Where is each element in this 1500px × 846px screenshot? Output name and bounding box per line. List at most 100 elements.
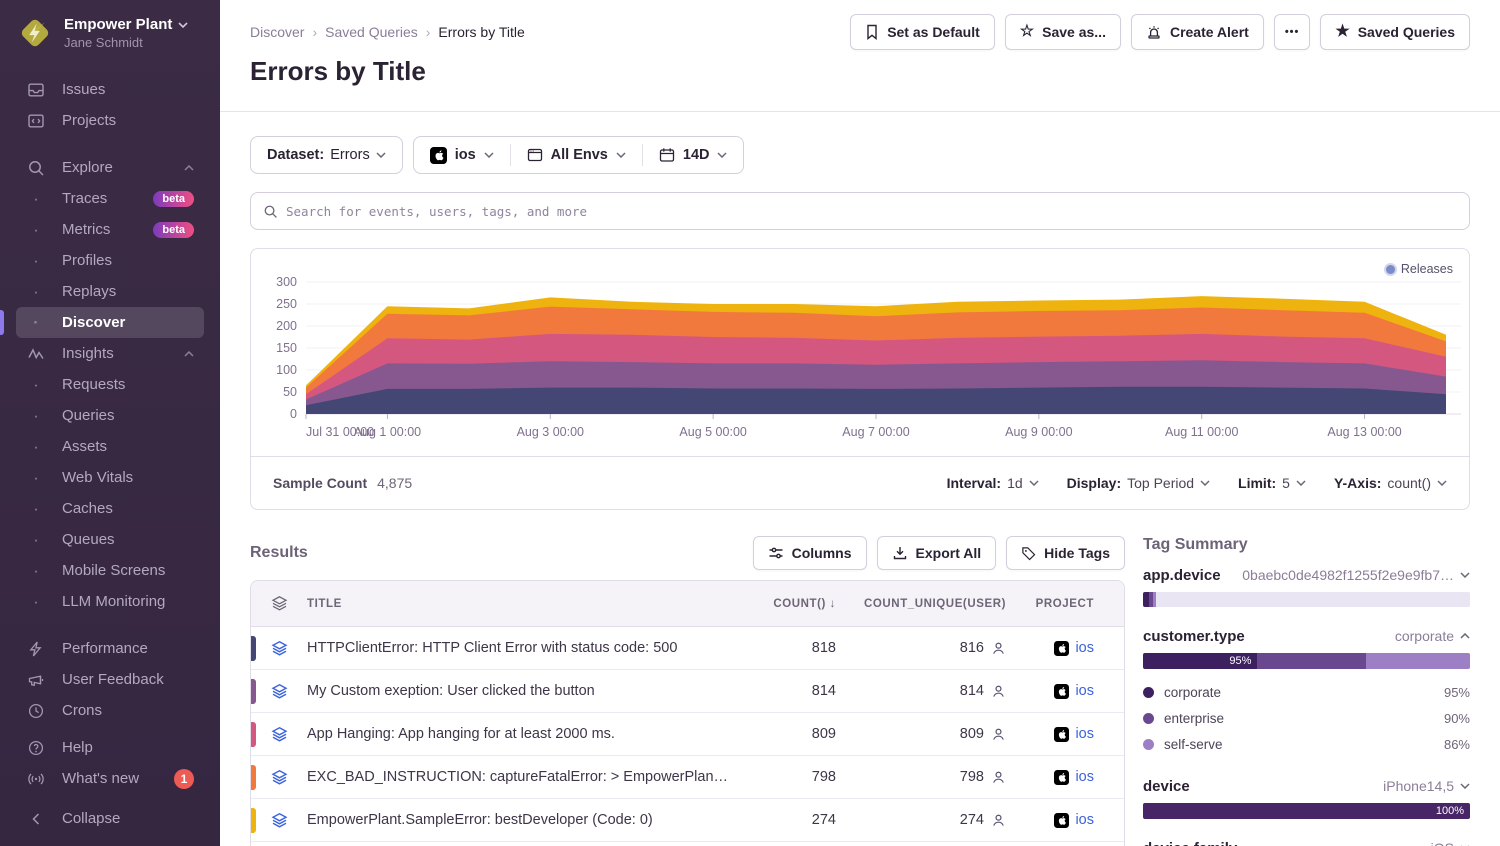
columns-button[interactable]: Columns [753, 536, 867, 570]
sidebar-item-profiles[interactable]: · Profiles [16, 245, 204, 276]
error-title-link[interactable]: EmpowerPlant.SampleError: bestDeveloper … [307, 812, 741, 828]
column-header-unique[interactable]: COUNT_UNIQUE(USER) [836, 598, 1006, 610]
layers-icon[interactable] [251, 812, 307, 829]
releases-legend[interactable]: Releases [1386, 262, 1453, 276]
sidebar-item-caches[interactable]: ·Caches [16, 493, 204, 524]
search-input[interactable] [286, 204, 1457, 219]
column-header-title[interactable]: TITLE [307, 598, 741, 610]
projects-icon [26, 112, 46, 130]
error-title-link[interactable]: My Custom exeption: User clicked the but… [307, 683, 741, 699]
sidebar-item-issues[interactable]: Issues [16, 74, 204, 105]
error-title-link[interactable]: EXC_BAD_INSTRUCTION: captureFatalError: … [307, 769, 741, 785]
org-switcher[interactable]: Empower Plant Jane Schmidt [0, 14, 220, 52]
project-link[interactable]: ios [1075, 683, 1094, 699]
saved-queries-button[interactable]: ★ Saved Queries [1320, 14, 1470, 50]
sample-count-value: 4,875 [377, 475, 412, 491]
tag-legend-row[interactable]: corporate 95% [1143, 679, 1470, 705]
breadcrumb-separator: › [312, 24, 317, 40]
save-as-button[interactable]: ☆ Save as... [1005, 14, 1121, 50]
svg-text:150: 150 [276, 341, 297, 355]
tag-block-customer-type: customer.type corporate 95% corporate [1143, 628, 1470, 757]
sidebar-item-help[interactable]: Help [16, 732, 204, 763]
breadcrumb-discover[interactable]: Discover [250, 24, 304, 40]
sidebar-item-metrics[interactable]: · Metrics beta [16, 214, 204, 245]
sidebar-item-user-feedback[interactable]: User Feedback [16, 664, 204, 695]
sidebar-item-traces[interactable]: · Traces beta [16, 183, 204, 214]
sidebar-section-explore[interactable]: Explore [16, 152, 204, 183]
layers-icon[interactable] [251, 769, 307, 786]
filter-bar: Dataset: Errors ios All Envs [250, 136, 1470, 174]
layers-icon[interactable] [251, 595, 307, 612]
ellipsis-icon: ••• [1285, 26, 1300, 38]
set-as-default-button[interactable]: Set as Default [850, 14, 995, 50]
tag-legend-row[interactable]: self-serve 86% [1143, 731, 1470, 757]
sidebar-item-mobile-screens[interactable]: ·Mobile Screens [16, 555, 204, 586]
sidebar-item-llm-monitoring[interactable]: ·LLM Monitoring [16, 586, 204, 617]
column-header-count[interactable]: COUNT() ↓ [741, 598, 836, 610]
sidebar-section-insights[interactable]: Insights [16, 338, 204, 369]
breadcrumb-saved-queries[interactable]: Saved Queries [325, 24, 418, 40]
tag-distribution-bar[interactable]: 95% [1143, 653, 1470, 669]
create-alert-button[interactable]: Create Alert [1131, 14, 1264, 50]
tag-toggle[interactable]: customer.type corporate [1143, 628, 1470, 645]
sidebar-item-requests[interactable]: ·Requests [16, 369, 204, 400]
error-title-link[interactable]: HTTPClientError: HTTP Client Error with … [307, 640, 741, 656]
tag-distribution-bar[interactable]: 100% [1143, 803, 1470, 819]
project-link[interactable]: ios [1075, 769, 1094, 785]
more-options-button[interactable]: ••• [1274, 14, 1311, 50]
layers-icon[interactable] [251, 640, 307, 657]
sidebar-collapse-button[interactable]: Collapse [16, 803, 204, 834]
sidebar-item-performance[interactable]: Performance [16, 633, 204, 664]
date-range-filter[interactable]: 14D [643, 137, 744, 173]
project-link[interactable]: ios [1075, 812, 1094, 828]
tag-toggle[interactable]: device iPhone14,5 [1143, 778, 1470, 795]
tag-distribution-bar[interactable] [1143, 592, 1470, 607]
bullet-icon: · [26, 562, 46, 579]
sidebar-item-queries[interactable]: ·Queries [16, 400, 204, 431]
sidebar-item-whats-new[interactable]: What's new 1 [16, 763, 204, 794]
sidebar-item-queues[interactable]: ·Queues [16, 524, 204, 555]
column-header-project[interactable]: PROJECT [1006, 598, 1124, 610]
breadcrumb-current: Errors by Title [438, 24, 524, 40]
project-filter[interactable]: ios [414, 137, 510, 173]
svg-text:100: 100 [276, 363, 297, 377]
limit-selector[interactable]: Limit: 5 [1238, 475, 1306, 491]
svg-text:50: 50 [283, 385, 297, 399]
insights-icon [26, 345, 46, 363]
sidebar-item-discover[interactable]: · Discover [16, 307, 204, 338]
beta-badge: beta [153, 191, 194, 207]
releases-dot-icon [1386, 265, 1395, 274]
project-link[interactable]: ios [1075, 640, 1094, 656]
hide-tags-button[interactable]: Hide Tags [1006, 536, 1125, 570]
error-title-link[interactable]: App Hanging: App hanging for at least 20… [307, 726, 741, 742]
user-icon [991, 813, 1006, 828]
project-link[interactable]: ios [1075, 726, 1094, 742]
sidebar-item-assets[interactable]: ·Assets [16, 431, 204, 462]
chevron-down-icon [1437, 480, 1447, 486]
user-icon [991, 641, 1006, 656]
star-filled-icon: ★ [1335, 24, 1349, 40]
layers-icon[interactable] [251, 683, 307, 700]
yaxis-selector[interactable]: Y-Axis: count() [1334, 475, 1447, 491]
chart-panel: Releases 050100150200250300Jul 31 00:00A… [250, 248, 1470, 510]
sidebar-item-projects[interactable]: Projects [16, 105, 204, 136]
export-all-button[interactable]: Export All [877, 536, 997, 570]
calendar-icon [659, 147, 675, 163]
tag-legend-row[interactable]: enterprise 90% [1143, 705, 1470, 731]
tag-toggle[interactable]: app.device 0baebc0de4982f1255f2e9e9fb7… [1143, 567, 1470, 584]
tag-toggle[interactable]: device.family iOS [1143, 840, 1470, 846]
display-selector[interactable]: Display: Top Period [1067, 475, 1210, 491]
bullet-icon: · [26, 469, 46, 486]
svg-text:Aug 5 00:00: Aug 5 00:00 [679, 425, 746, 439]
dataset-selector[interactable]: Dataset: Errors [250, 136, 403, 174]
clock-icon [26, 702, 46, 720]
bullet-icon: · [26, 190, 46, 207]
environment-filter[interactable]: All Envs [511, 137, 642, 173]
sidebar-item-replays[interactable]: · Replays [16, 276, 204, 307]
interval-selector[interactable]: Interval: 1d [947, 475, 1039, 491]
sidebar-item-crons[interactable]: Crons [16, 695, 204, 726]
chevron-down-icon [1296, 480, 1306, 486]
chevron-up-icon [184, 351, 194, 357]
sidebar-item-web-vitals[interactable]: ·Web Vitals [16, 462, 204, 493]
layers-icon[interactable] [251, 726, 307, 743]
